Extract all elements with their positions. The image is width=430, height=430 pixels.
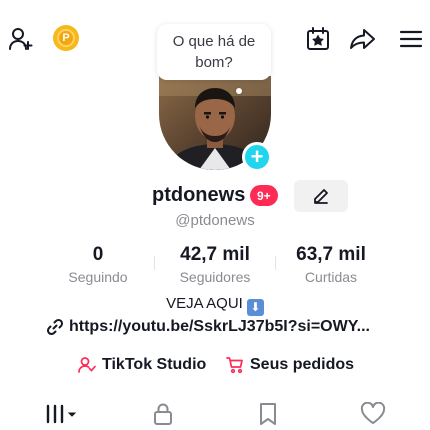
add-photo-plus-icon[interactable]: +	[242, 142, 272, 172]
link-icon	[46, 318, 64, 336]
calendar-star-icon[interactable]	[303, 24, 333, 54]
bio-text: VEJA AQUI ⬇	[0, 295, 430, 316]
notification-badge[interactable]: 9+	[250, 185, 278, 206]
tab-private[interactable]	[150, 398, 176, 430]
bio-link-text: https://youtu.be/SskrLJ37b5I?si=OWY...	[69, 318, 370, 335]
username: ptdonews	[152, 184, 246, 206]
orders-label: Seus pedidos	[250, 356, 355, 373]
stat-label: Seguindo	[68, 269, 128, 285]
stat-followers[interactable]: 42,7 mil Seguidores	[160, 244, 270, 285]
grid-icon	[46, 404, 77, 424]
stat-following[interactable]: 0 Seguindo	[43, 244, 153, 285]
lock-icon	[154, 403, 172, 425]
bookmark-icon	[260, 403, 276, 425]
stat-value: 0	[92, 244, 104, 265]
orders-button[interactable]: Seus pedidos	[226, 356, 354, 374]
share-arrow-icon[interactable]	[348, 24, 378, 54]
tiktok-studio-label: TikTok Studio	[102, 356, 207, 373]
tab-liked[interactable]	[359, 398, 387, 430]
person-plus-icon[interactable]	[6, 24, 36, 54]
bio-link[interactable]: https://youtu.be/SskrLJ37b5I?si=OWY...	[46, 318, 370, 336]
hamburger-menu-icon[interactable]	[396, 24, 426, 54]
bio-line: VEJA AQUI	[166, 295, 243, 312]
stat-divider	[154, 256, 155, 270]
pencil-icon	[314, 189, 328, 204]
status-bubble-text: O que há de bom?	[172, 33, 256, 71]
studio-person-icon	[78, 357, 96, 373]
bubble-tail-dot	[236, 88, 242, 94]
coin-icon[interactable]: P	[53, 25, 79, 51]
stat-label: Curtidas	[304, 269, 358, 285]
stat-likes[interactable]: 63,7 mil Curtidas	[276, 244, 386, 285]
stat-label: Seguidores	[179, 269, 251, 285]
user-handle: @ptdonews	[175, 212, 255, 229]
tab-videos[interactable]	[44, 398, 80, 430]
tiktok-studio-button[interactable]: TikTok Studio	[78, 356, 206, 374]
edit-profile-button[interactable]	[294, 180, 348, 212]
status-bubble[interactable]: O que há de bom?	[157, 24, 271, 80]
tab-saved[interactable]	[256, 398, 280, 430]
heart-icon	[360, 402, 386, 424]
stat-value: 42,7 mil	[180, 244, 250, 265]
stat-value: 63,7 mil	[296, 244, 366, 265]
coin-letter: P	[57, 29, 75, 47]
down-arrow-emoji-icon: ⬇	[246, 299, 264, 316]
cart-icon	[226, 357, 243, 374]
